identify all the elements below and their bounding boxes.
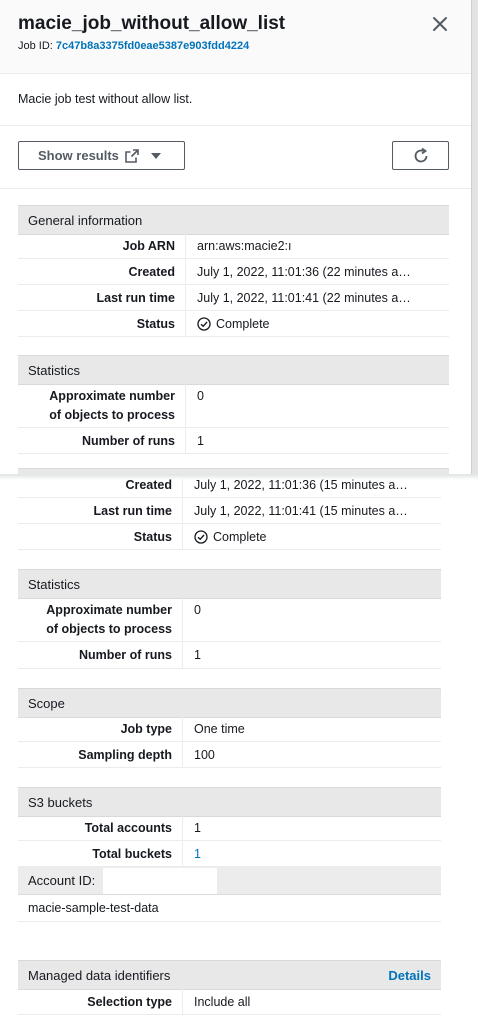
table-row: Approximate number of objects to process… — [18, 598, 441, 642]
show-results-label: Show results — [38, 148, 119, 163]
total-accounts-value: 1 — [194, 820, 201, 835]
job-description: Macie job test without allow list. — [18, 92, 193, 106]
row-label: Approximate number of objects to process — [18, 384, 186, 427]
table-row: Approximate number of objects to process… — [18, 384, 449, 428]
section-managed-data-identifiers: Managed data identifiers Details — [18, 960, 441, 990]
row-label: Last run time — [18, 498, 183, 523]
approx-label-line1: Approximate number — [49, 388, 175, 403]
approx-label-line2: of objects to process — [46, 621, 172, 636]
last-run-value: July 1, 2022, 11:01:41 (22 minutes a… — [197, 290, 411, 305]
divider — [0, 125, 471, 126]
row-label: Total buckets — [18, 841, 183, 866]
status-text: Complete — [216, 316, 270, 331]
created-value: July 1, 2022, 11:01:36 (15 minutes a… — [194, 479, 408, 492]
table-row: Created July 1, 2022, 11:01:36 (22 minut… — [18, 259, 449, 285]
refresh-button[interactable] — [392, 141, 449, 170]
approx-value: 0 — [194, 603, 201, 617]
show-results-button[interactable]: Show results — [18, 141, 185, 170]
table-row: Total accounts 1 — [18, 815, 441, 841]
table-row: Last run time July 1, 2022, 11:01:41 (15… — [18, 498, 441, 524]
account-id-redacted — [103, 867, 218, 894]
row-label: Approximate number of objects to process — [18, 598, 183, 641]
table-row: Number of runs 1 — [18, 428, 449, 454]
row-label: Number of runs — [18, 428, 186, 453]
job-id-label: Job ID: — [18, 40, 53, 52]
status-value-cell: Complete — [186, 311, 270, 336]
table-row: Number of runs 1 — [18, 642, 441, 669]
divider — [0, 188, 471, 189]
details-link[interactable]: Details — [388, 968, 431, 983]
sampling-depth-value: 100 — [194, 747, 215, 762]
table-row: Last run time July 1, 2022, 11:01:41 (22… — [18, 285, 449, 311]
status-complete-icon — [197, 316, 211, 331]
status-value-cell: Complete — [183, 524, 267, 549]
row-label: Status — [18, 311, 186, 336]
row-label: Total accounts — [18, 815, 183, 840]
section-s3-buckets: S3 buckets — [18, 787, 441, 817]
approx-value: 0 — [197, 389, 204, 403]
row-label: Last run time — [18, 285, 186, 310]
external-link-icon — [125, 148, 139, 163]
general-info-table-bottom: Last run time July 1, 2022, 11:01:41 (15… — [18, 498, 441, 550]
table-row: Job ARN arn:aws:macie2:ı — [18, 234, 449, 259]
row-label: Job type — [18, 716, 183, 741]
statistics-table: Approximate number of objects to process… — [18, 598, 441, 669]
bucket-list-item: macie-sample-test-data — [18, 895, 441, 922]
table-row: Job type One time — [18, 716, 441, 742]
row-label: Sampling depth — [18, 742, 183, 767]
table-row: Status Complete — [18, 524, 441, 550]
section-statistics: Statistics — [18, 355, 449, 385]
bucket-name: macie-sample-test-data — [28, 901, 159, 915]
row-label: Job ARN — [18, 234, 186, 258]
table-row: Status Complete — [18, 311, 449, 337]
account-id-row: Account ID: — [18, 867, 441, 895]
table-row: Total buckets 1 — [18, 841, 441, 867]
runs-value: 1 — [197, 433, 204, 448]
created-value: July 1, 2022, 11:01:36 (22 minutes a… — [197, 264, 411, 279]
row-label: Status — [18, 524, 183, 549]
general-info-table: Job ARN arn:aws:macie2:ı Created July 1,… — [18, 234, 449, 337]
job-id-value: 7c47b8a3375fd0eae5387e903fdd4224 — [55, 40, 250, 52]
refresh-icon — [414, 147, 427, 162]
job-id-line: Job ID: 7c47b8a3375fd0eae5387e903fdd4224 — [18, 40, 249, 52]
created-row-clipped: Created July 1, 2022, 11:01:36 (15 minut… — [18, 479, 441, 498]
managed-table: Selection type Include all — [18, 989, 441, 1015]
account-id-label: Account ID: — [28, 873, 96, 888]
close-icon[interactable] — [428, 12, 452, 36]
total-buckets-link[interactable]: 1 — [183, 841, 201, 866]
row-label: Created — [18, 259, 186, 284]
section-title: Statistics — [28, 576, 81, 592]
section-title: S3 buckets — [28, 794, 93, 810]
scrollbar-edge — [471, 0, 472, 478]
section-general-information: General information — [18, 205, 449, 235]
last-run-value: July 1, 2022, 11:01:41 (15 minutes a… — [194, 503, 408, 518]
selection-type-value: Include all — [194, 994, 251, 1009]
row-label: Selection type — [18, 989, 183, 1014]
section-scope: Scope — [18, 688, 441, 718]
section-title: Statistics — [28, 362, 81, 378]
section-title: Managed data identifiers — [28, 967, 171, 983]
statistics-table: Approximate number of objects to process… — [18, 384, 449, 454]
section-title: General information — [28, 212, 143, 228]
table-row: Sampling depth 100 — [18, 742, 441, 768]
section-title: Scope — [28, 695, 65, 711]
approx-label-line2: of objects to process — [49, 407, 175, 422]
status-complete-icon — [194, 529, 208, 544]
job-arn-value: arn:aws:macie2:ı — [197, 239, 292, 253]
table-row: Created July 1, 2022, 11:01:36 (15 minut… — [18, 479, 441, 498]
s3-table: Total accounts 1 Total buckets 1 — [18, 815, 441, 867]
section-statistics: Statistics — [18, 569, 441, 599]
row-label: Number of runs — [18, 642, 183, 668]
scrollbar[interactable] — [471, 0, 478, 478]
panel-header — [0, 0, 471, 74]
approx-label-line1: Approximate number — [46, 602, 172, 617]
job-title: macie_job_without_allow_list — [18, 13, 286, 34]
job-type-value: One time — [194, 721, 245, 736]
table-row: Selection type Include all — [18, 989, 441, 1015]
status-text: Complete — [213, 529, 267, 544]
scope-table: Job type One time Sampling depth 100 — [18, 716, 441, 768]
runs-value: 1 — [194, 648, 201, 662]
row-label: Created — [18, 479, 183, 497]
caret-down-icon — [150, 152, 161, 159]
